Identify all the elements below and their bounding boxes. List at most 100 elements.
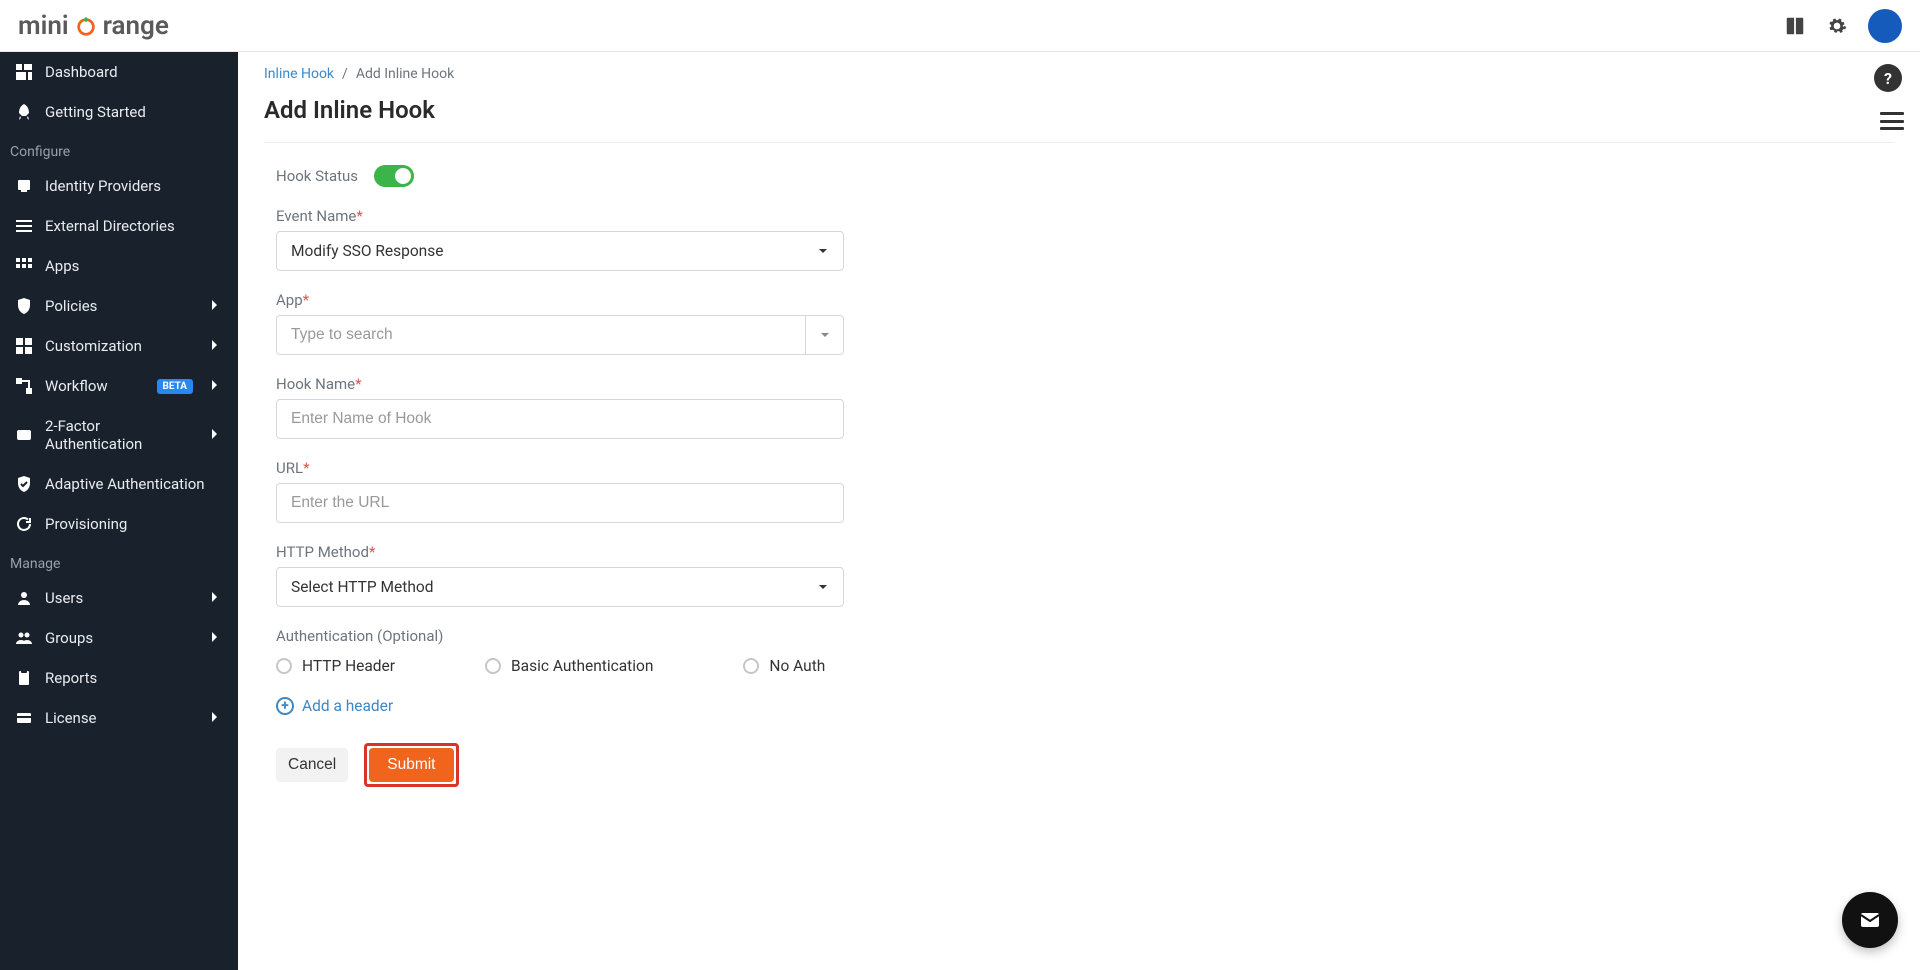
mail-fab[interactable]: [1842, 892, 1898, 948]
topbar: mini range: [0, 0, 1920, 52]
auth-radio-group: HTTP Header Basic Authentication No Auth: [276, 651, 844, 675]
logo-o-icon: [75, 15, 97, 37]
app-input[interactable]: [291, 326, 791, 344]
event-name-select[interactable]: Modify SSO Response: [276, 231, 844, 271]
http-method-value: Select HTTP Method: [291, 578, 433, 596]
sidebar-heading-manage: Manage: [0, 544, 238, 578]
form: Hook Status Event Name* Modify SSO Respo…: [264, 165, 844, 787]
sidebar-item-2fa[interactable]: 2-Factor Authentication: [0, 406, 238, 464]
hook-status-label: Hook Status: [276, 167, 358, 185]
sidebar-item-dashboard[interactable]: Dashboard: [0, 52, 238, 92]
breadcrumb-current: Add Inline Hook: [356, 66, 454, 82]
customize-icon: [15, 337, 33, 355]
sidebar-label: Provisioning: [45, 515, 223, 533]
sidebar-item-apps[interactable]: Apps: [0, 246, 238, 286]
breadcrumb-root[interactable]: Inline Hook: [264, 66, 334, 82]
http-method-label: HTTP Method*: [276, 543, 844, 561]
sidebar-label: Getting Started: [45, 103, 223, 121]
breadcrumb-sep: /: [342, 66, 348, 82]
url-input[interactable]: [291, 494, 829, 512]
sidebar-heading-configure: Configure: [0, 132, 238, 166]
sidebar-item-workflow[interactable]: Workflow BETA: [0, 366, 238, 406]
chevron-down-icon: [817, 581, 829, 593]
chevron-right-icon: [209, 631, 223, 645]
app-dropdown-button[interactable]: [805, 316, 843, 354]
url-label: URL*: [276, 459, 844, 477]
sidebar: Dashboard Getting Started Configure Iden…: [0, 52, 238, 970]
auth-option-basic[interactable]: Basic Authentication: [485, 657, 653, 675]
breadcrumb: Inline Hook / Add Inline Hook: [264, 66, 1894, 82]
two-factor-icon: [15, 426, 33, 444]
sidebar-item-provisioning[interactable]: Provisioning: [0, 504, 238, 544]
chevron-right-icon: [209, 591, 223, 605]
chevron-right-icon: [209, 379, 223, 393]
help-button[interactable]: ?: [1874, 64, 1902, 92]
sidebar-label: 2-Factor Authentication: [45, 417, 197, 453]
idp-icon: [15, 177, 33, 195]
auth-label: Authentication (Optional): [276, 627, 844, 645]
sidebar-label: Reports: [45, 669, 223, 687]
divider: [264, 142, 1894, 143]
add-header-link[interactable]: + Add a header: [276, 697, 393, 715]
card-icon: [15, 709, 33, 727]
auth-option-http-header[interactable]: HTTP Header: [276, 657, 395, 675]
sidebar-label: Adaptive Authentication: [45, 475, 223, 493]
hook-name-label: Hook Name*: [276, 375, 844, 393]
avatar[interactable]: [1868, 9, 1902, 43]
cancel-button[interactable]: Cancel: [276, 748, 348, 782]
topbar-right: [1784, 9, 1902, 43]
chevron-down-icon: [817, 245, 829, 257]
sidebar-label: External Directories: [45, 217, 223, 235]
sidebar-item-identity-providers[interactable]: Identity Providers: [0, 166, 238, 206]
http-method-select[interactable]: Select HTTP Method: [276, 567, 844, 607]
chevron-right-icon: [209, 711, 223, 725]
url-input-wrap[interactable]: [276, 483, 844, 523]
group-icon: [15, 629, 33, 647]
sidebar-item-reports[interactable]: Reports: [0, 658, 238, 698]
rocket-icon: [15, 103, 33, 121]
event-name-label: Event Name*: [276, 207, 844, 225]
gear-icon[interactable]: [1826, 15, 1848, 37]
sidebar-item-adaptive-auth[interactable]: Adaptive Authentication: [0, 464, 238, 504]
event-name-value: Modify SSO Response: [291, 242, 443, 260]
plus-circle-icon: +: [276, 697, 294, 715]
clipboard-icon: [15, 669, 33, 687]
chevron-right-icon: [209, 339, 223, 353]
sidebar-label: Policies: [45, 297, 197, 315]
logo[interactable]: mini range: [18, 11, 169, 41]
sidebar-item-groups[interactable]: Groups: [0, 618, 238, 658]
sidebar-item-getting-started[interactable]: Getting Started: [0, 92, 238, 132]
sidebar-item-users[interactable]: Users: [0, 578, 238, 618]
sidebar-item-customization[interactable]: Customization: [0, 326, 238, 366]
sidebar-item-license[interactable]: License: [0, 698, 238, 738]
workflow-icon: [15, 377, 33, 395]
sidebar-label: Workflow: [45, 377, 145, 395]
dashboard-icon: [15, 63, 33, 81]
apps-icon: [15, 257, 33, 275]
sync-icon: [15, 515, 33, 533]
page-title: Add Inline Hook: [264, 96, 1894, 124]
list-icon: [15, 217, 33, 235]
hook-status-toggle[interactable]: [374, 165, 414, 187]
chevron-right-icon: [209, 299, 223, 313]
hamburger-menu-icon[interactable]: [1878, 110, 1906, 132]
sidebar-label: Users: [45, 589, 197, 607]
shield-icon: [15, 297, 33, 315]
hook-name-input[interactable]: [291, 410, 829, 428]
submit-button[interactable]: Submit: [369, 748, 453, 782]
sidebar-label: Dashboard: [45, 63, 223, 81]
sidebar-label: Customization: [45, 337, 197, 355]
beta-badge: BETA: [157, 379, 194, 394]
hook-name-input-wrap[interactable]: [276, 399, 844, 439]
sidebar-item-external-directories[interactable]: External Directories: [0, 206, 238, 246]
sidebar-label: License: [45, 709, 197, 727]
sidebar-item-policies[interactable]: Policies: [0, 286, 238, 326]
main: ? Inline Hook / Add Inline Hook Add Inli…: [238, 52, 1920, 970]
submit-highlight: Submit: [364, 743, 458, 787]
shield-check-icon: [15, 475, 33, 493]
sidebar-label: Groups: [45, 629, 197, 647]
auth-option-noauth[interactable]: No Auth: [743, 657, 825, 675]
docs-icon[interactable]: [1784, 15, 1806, 37]
app-label: App*: [276, 291, 844, 309]
app-combobox[interactable]: [276, 315, 844, 355]
